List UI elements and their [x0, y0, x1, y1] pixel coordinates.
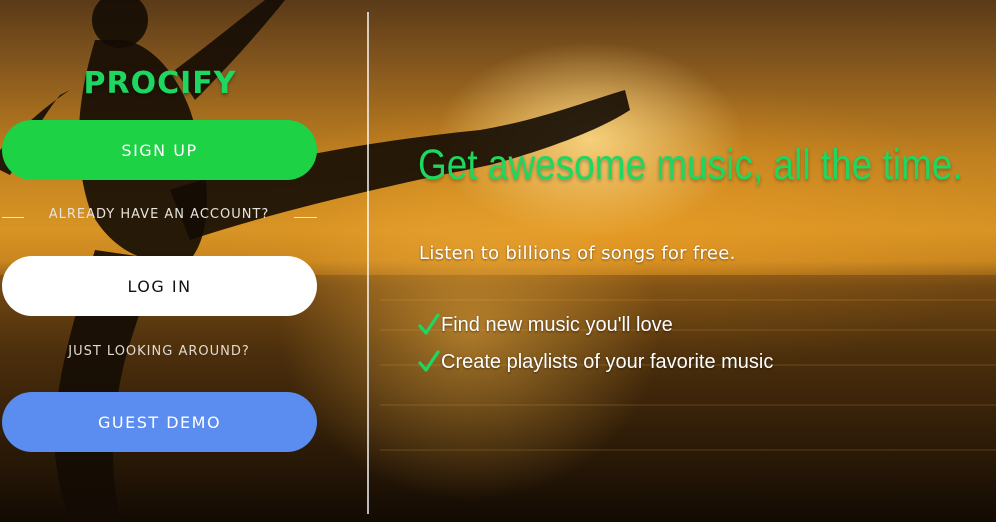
- account-divider: ALREADY HAVE AN ACCOUNT?: [0, 207, 320, 227]
- checkmark-icon: [418, 312, 440, 338]
- divider-line-right: [294, 217, 317, 218]
- sign-up-button[interactable]: SIGN UP: [2, 120, 317, 180]
- hero-subline: Listen to billions of songs for free.: [419, 243, 736, 264]
- hero-panel: Get awesome music, all the time. Listen …: [418, 0, 996, 522]
- already-have-account-label: ALREADY HAVE AN ACCOUNT?: [48, 207, 270, 222]
- app-logo: PROCIFY: [83, 66, 237, 101]
- hero-headline: Get awesome music, all the time.: [418, 141, 963, 189]
- feature-item: Create playlists of your favorite music: [418, 349, 773, 375]
- feature-text: Create playlists of your favorite music: [441, 350, 774, 373]
- guest-demo-button[interactable]: GUEST DEMO: [2, 392, 317, 452]
- just-looking-label: JUST LOOKING AROUND?: [68, 344, 250, 359]
- feature-text: Find new music you'll love: [441, 313, 673, 336]
- checkmark-icon: [418, 349, 440, 375]
- feature-item: Find new music you'll love: [418, 312, 673, 338]
- log-in-button[interactable]: LOG IN: [2, 256, 317, 316]
- auth-panel: PROCIFY SIGN UP ALREADY HAVE AN ACCOUNT?…: [0, 0, 320, 522]
- vertical-divider: [367, 12, 369, 514]
